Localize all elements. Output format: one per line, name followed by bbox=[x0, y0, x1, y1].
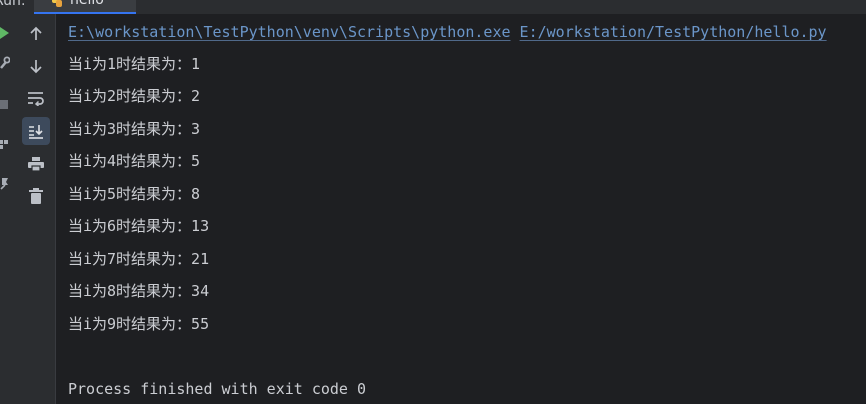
output-line: 当i为7时结果为：21 bbox=[68, 250, 210, 268]
print-button[interactable] bbox=[22, 150, 50, 178]
exit-message: Process finished with exit code 0 bbox=[68, 380, 367, 398]
pin-icon[interactable] bbox=[0, 176, 10, 190]
run-actions-strip bbox=[0, 14, 14, 404]
soft-wrap-icon bbox=[28, 92, 44, 106]
soft-wrap-button[interactable] bbox=[22, 84, 50, 112]
wrench-icon[interactable] bbox=[0, 56, 10, 70]
output-line: 当i为1时结果为：1 bbox=[68, 55, 201, 73]
output-line: 当i为9时结果为：55 bbox=[68, 315, 210, 333]
run-label: Run: bbox=[0, 0, 26, 9]
run-tab-label: hello bbox=[70, 0, 104, 8]
arrow-up-icon bbox=[30, 26, 42, 40]
trash-icon bbox=[29, 188, 43, 204]
output-line: 当i为6时结果为：13 bbox=[68, 217, 210, 235]
arrow-down-icon bbox=[30, 60, 42, 74]
command-line: E:\workstation\TestPython\venv\Scripts\p… bbox=[68, 22, 827, 42]
run-tab-bar: Run: hello bbox=[0, 0, 866, 14]
output-line: 当i为3时结果为：3 bbox=[68, 120, 201, 138]
scroll-up-button[interactable] bbox=[22, 20, 50, 48]
output-line: 当i为8时结果为：34 bbox=[68, 282, 210, 300]
stop-icon[interactable] bbox=[0, 98, 10, 112]
scroll-down-button[interactable] bbox=[22, 52, 50, 80]
console-toolbar bbox=[14, 14, 56, 404]
layout-icon[interactable] bbox=[0, 138, 10, 152]
output-line: 当i为2时结果为：2 bbox=[68, 87, 201, 105]
run-tab-hello[interactable]: hello bbox=[34, 0, 136, 14]
interpreter-path-link[interactable]: E:\workstation\TestPython\venv\Scripts\p… bbox=[68, 23, 511, 41]
script-path-link[interactable]: E:/workstation/TestPython/hello.py bbox=[520, 23, 827, 41]
console-output[interactable]: E:\workstation\TestPython\venv\Scripts\p… bbox=[56, 14, 866, 404]
output-line: 当i为5时结果为：8 bbox=[68, 185, 201, 203]
scroll-to-end-button[interactable] bbox=[22, 117, 50, 145]
output-line: 当i为4时结果为：5 bbox=[68, 152, 201, 170]
scroll-to-end-icon bbox=[29, 125, 43, 139]
run-tool-window: Run: hello bbox=[0, 0, 866, 404]
clear-all-button[interactable] bbox=[22, 182, 50, 210]
python-icon bbox=[52, 0, 62, 7]
print-icon bbox=[28, 157, 44, 172]
rerun-icon[interactable] bbox=[0, 26, 10, 40]
